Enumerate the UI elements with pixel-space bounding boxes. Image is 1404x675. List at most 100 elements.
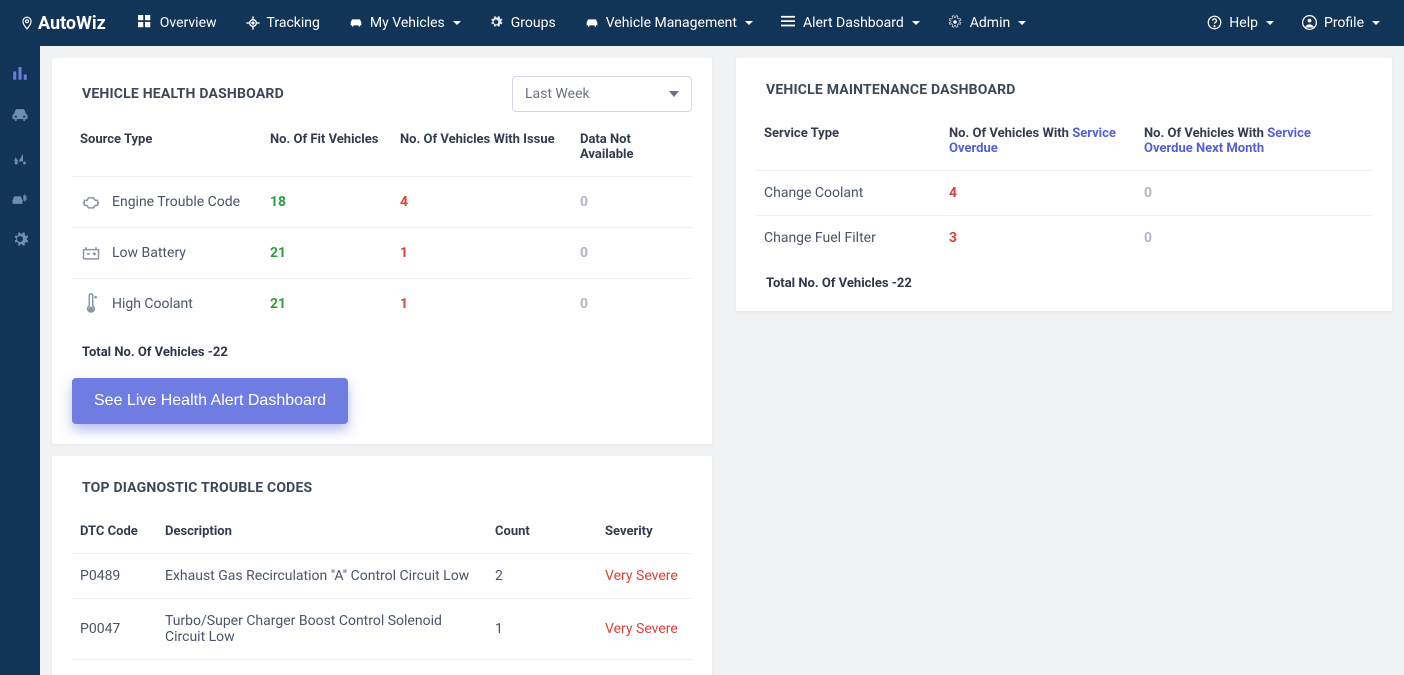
sidebar-settings[interactable] — [0, 230, 40, 248]
overdue-next-count: 0 — [1144, 230, 1152, 246]
th-dtc-desc: Description — [157, 510, 487, 554]
table-row: P07844-5 Shift Malfunction1Severe — [72, 660, 692, 675]
chevron-down-icon — [1266, 21, 1274, 25]
th-issue: No. Of Vehicles With Issue — [392, 118, 572, 177]
nav-help[interactable]: Help — [1193, 0, 1288, 46]
sidebar-crash[interactable] — [0, 190, 40, 206]
nav-tracking[interactable]: Tracking — [231, 0, 334, 46]
dtc-count: 1 — [487, 599, 597, 660]
th-overdue: No. Of Vehicles With Service Overdue — [941, 112, 1136, 171]
dtc-code: P0489 — [72, 554, 157, 599]
dtc-card: TOP DIAGNOSTIC TROUBLE CODES DTC Code De… — [52, 456, 712, 675]
chevron-down-icon — [1372, 21, 1380, 25]
source-label: High Coolant — [112, 296, 193, 312]
health-total: Total No. Of Vehicles -22 — [72, 329, 692, 360]
chevron-down-icon — [669, 91, 679, 97]
issue-count[interactable]: 4 — [400, 194, 408, 210]
brand-logo[interactable]: AutoWiz — [0, 13, 124, 34]
dtc-code: P0784 — [72, 660, 157, 675]
top-navbar: AutoWiz Overview Tracking My Vehicles Gr… — [0, 0, 1404, 46]
nav-my-vehicles[interactable]: My Vehicles — [334, 0, 475, 46]
nav-alert-dashboard[interactable]: Alert Dashboard — [767, 0, 934, 46]
na-count: 0 — [580, 245, 588, 261]
th-dtc-sev: Severity — [597, 510, 692, 554]
th-fit: No. Of Fit Vehicles — [262, 118, 392, 177]
chevron-down-icon — [912, 21, 920, 25]
issue-count[interactable]: 1 — [400, 296, 408, 312]
table-row: High Coolant2110 — [72, 279, 692, 330]
table-row: P0047Turbo/Super Charger Boost Control S… — [72, 599, 692, 660]
overdue-count[interactable]: 3 — [949, 230, 957, 246]
nav-vehicle-management[interactable]: Vehicle Management — [570, 0, 767, 46]
dtc-desc: 4-5 Shift Malfunction — [157, 660, 487, 675]
dtc-title: TOP DIAGNOSTIC TROUBLE CODES — [72, 474, 692, 510]
nav-items-left: Overview Tracking My Vehicles Groups Veh… — [124, 0, 1040, 46]
grid-icon — [138, 15, 154, 31]
source-label: Engine Trouble Code — [112, 194, 240, 210]
fit-count[interactable]: 21 — [270, 245, 286, 261]
maintenance-table: Service Type No. Of Vehicles With Servic… — [756, 112, 1372, 260]
battery-icon — [80, 242, 102, 264]
table-row: Change Fuel Filter 3 0 — [756, 216, 1372, 261]
th-dtc-count: Count — [487, 510, 597, 554]
dtc-desc: Exhaust Gas Recirculation "A" Control Ci… — [157, 554, 487, 599]
vehicle-health-card: VEHICLE HEALTH DASHBOARD Last Week Sourc… — [52, 58, 712, 444]
dtc-table: DTC Code Description Count Severity P048… — [72, 510, 692, 675]
fit-count[interactable]: 21 — [270, 296, 286, 312]
nav-admin[interactable]: Admin — [934, 0, 1040, 46]
car-front-icon — [10, 106, 30, 124]
fit-count[interactable]: 18 — [270, 194, 286, 210]
location-pin-icon — [20, 14, 34, 32]
overdue-next-count: 0 — [1144, 185, 1152, 201]
gear-icon — [948, 15, 964, 31]
vehicle-health-table: Source Type No. Of Fit Vehicles No. Of V… — [72, 118, 692, 329]
nav-items-right: Help Profile — [1193, 0, 1394, 46]
thermo-icon — [80, 293, 102, 315]
chevron-down-icon — [745, 21, 753, 25]
tow-icon — [11, 148, 29, 166]
chevron-down-icon — [453, 21, 461, 25]
service-type: Change Fuel Filter — [756, 216, 941, 261]
table-row: Change Coolant40 — [756, 171, 1372, 216]
th-na: Data Not Available — [572, 118, 692, 177]
na-count: 0 — [580, 194, 588, 210]
source-label: Low Battery — [112, 245, 186, 261]
nav-groups[interactable]: Groups — [475, 0, 570, 46]
bar-chart-icon — [11, 64, 29, 82]
nav-overview[interactable]: Overview — [124, 0, 231, 46]
live-health-alert-button[interactable]: See Live Health Alert Dashboard — [72, 378, 348, 424]
gear-icon — [489, 15, 505, 31]
chevron-down-icon — [1018, 21, 1026, 25]
gear-icon — [11, 230, 29, 248]
brand-text: AutoWiz — [38, 13, 106, 34]
sidebar-tow[interactable] — [0, 148, 40, 166]
table-row: Low Battery 21 1 0 — [72, 228, 692, 279]
th-next: No. Of Vehicles With Service Overdue Nex… — [1136, 112, 1372, 171]
issue-count[interactable]: 1 — [400, 245, 408, 261]
main-content: VEHICLE HEALTH DASHBOARD Last Week Sourc… — [40, 46, 1404, 675]
dtc-count: 1 — [487, 660, 597, 675]
table-row: P0489Exhaust Gas Recirculation "A" Contr… — [72, 554, 692, 599]
sidebar-dashboard[interactable] — [0, 64, 40, 82]
user-icon — [1302, 15, 1318, 31]
vehicle-maintenance-card: VEHICLE MAINTENANCE DASHBOARD Service Ty… — [736, 58, 1392, 311]
dtc-count: 2 — [487, 554, 597, 599]
maintenance-total: Total No. Of Vehicles -22 — [756, 260, 1372, 291]
time-range-value: Last Week — [525, 86, 590, 102]
dtc-desc: Turbo/Super Charger Boost Control Soleno… — [157, 599, 487, 660]
overdue-count[interactable]: 4 — [949, 185, 957, 201]
sidebar-vehicle[interactable] — [0, 106, 40, 124]
dtc-code: P0047 — [72, 599, 157, 660]
time-range-select[interactable]: Last Week — [512, 76, 692, 112]
left-sidebar — [0, 46, 40, 675]
dtc-severity: Very Severe — [605, 621, 678, 637]
th-dtc-code: DTC Code — [72, 510, 157, 554]
vehicle-health-title: VEHICLE HEALTH DASHBOARD — [72, 80, 284, 108]
target-icon — [245, 15, 261, 31]
nav-profile[interactable]: Profile — [1288, 0, 1394, 46]
table-row: Engine Trouble Code 18 4 0 — [72, 177, 692, 228]
help-icon — [1207, 15, 1223, 31]
list-icon — [781, 15, 797, 31]
car-icon — [584, 15, 600, 31]
th-service: Service Type — [756, 112, 941, 171]
